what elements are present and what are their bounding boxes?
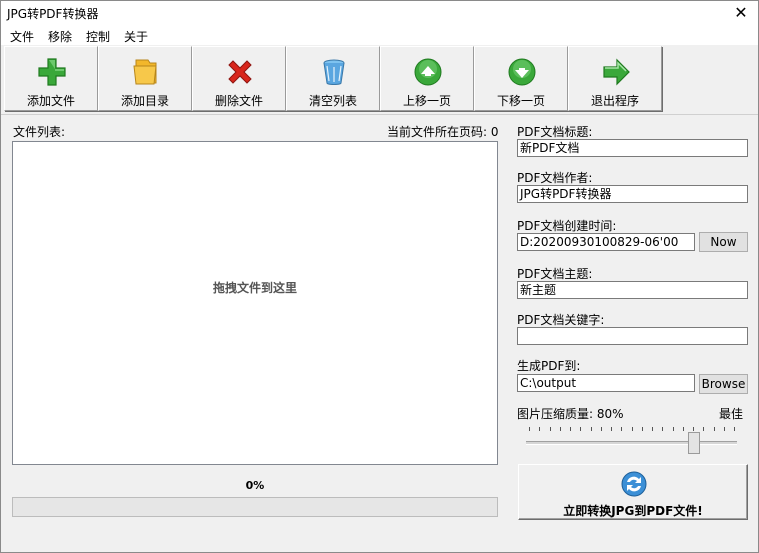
slider-tick (632, 427, 633, 431)
current-page-label: 当前文件所在页码: 0 (387, 125, 499, 139)
slider-tick (601, 427, 602, 431)
window-title: JPG转PDF转换器 (7, 7, 99, 21)
app-window: JPG转PDF转换器 ✕ 文件 移除 控制 关于 添加文件 添加目录 删除文件 … (0, 0, 759, 553)
pdf-subject-field[interactable]: 新主题 (517, 281, 748, 299)
pdf-keywords-label: PDF文档关键字: (517, 313, 605, 327)
trash-bin-icon (323, 59, 345, 85)
pdf-author-field[interactable]: JPG转PDF转换器 (517, 185, 748, 203)
pdf-author-label: PDF文档作者: (517, 171, 593, 185)
browse-button[interactable]: Browse (699, 374, 748, 394)
slider-tick (642, 427, 643, 431)
slider-tick (703, 427, 704, 431)
move-up-button[interactable]: 上移一页 (380, 46, 474, 111)
title-bar: JPG转PDF转换器 ✕ (1, 1, 758, 25)
clear-list-label: 清空列表 (308, 94, 357, 108)
menu-control[interactable]: 控制 (86, 28, 110, 45)
delete-file-button[interactable]: 删除文件 (192, 46, 286, 111)
close-button[interactable]: ✕ (724, 1, 758, 25)
clear-list-button[interactable]: 清空列表 (286, 46, 380, 111)
now-button[interactable]: Now (699, 232, 748, 252)
exit-label: 退出程序 (590, 94, 639, 108)
move-down-button[interactable]: 下移一页 (474, 46, 568, 111)
delete-x-icon (228, 60, 252, 84)
add-folder-label: 添加目录 (120, 94, 169, 108)
progress-percent: 0% (245, 479, 265, 492)
progress-bar (12, 497, 498, 517)
slider-tick (550, 427, 551, 431)
menu-about[interactable]: 关于 (124, 28, 148, 45)
pdf-title-label: PDF文档标题: (517, 125, 593, 139)
file-list[interactable]: 拖拽文件到这里 (12, 141, 498, 465)
slider-tick (570, 427, 571, 431)
output-path-field[interactable]: C:\output (517, 374, 695, 392)
pdf-title-field[interactable]: 新PDF文档 (517, 139, 748, 157)
add-folder-button[interactable]: 添加目录 (98, 46, 192, 111)
slider-tick (580, 427, 581, 431)
slider-tick (591, 427, 592, 431)
quality-slider-track[interactable] (526, 441, 737, 445)
slider-tick (662, 427, 663, 431)
right-arrow-icon (603, 58, 630, 86)
pdf-subject-label: PDF文档主题: (517, 267, 593, 281)
exit-button[interactable]: 退出程序 (568, 46, 662, 111)
folder-icon (133, 59, 157, 85)
slider-tick (621, 427, 622, 431)
menu-remove[interactable]: 移除 (48, 28, 72, 45)
slider-tick (693, 427, 694, 431)
down-arrow-icon (508, 58, 536, 86)
move-down-label: 下移一页 (496, 94, 545, 108)
convert-button[interactable]: 立即转换JPG到PDF文件! (518, 464, 748, 520)
delete-file-label: 删除文件 (214, 94, 263, 108)
convert-label: 立即转换JPG到PDF文件! (563, 504, 703, 518)
quality-label: 图片压缩质量: 80% (517, 407, 624, 421)
pdf-created-label: PDF文档创建时间: (517, 219, 617, 233)
convert-refresh-icon (621, 471, 647, 497)
drop-hint: 拖拽文件到这里 (212, 281, 297, 295)
slider-tick (539, 427, 540, 431)
slider-tick (714, 427, 715, 431)
quality-slider-thumb[interactable] (688, 432, 700, 454)
slider-tick (611, 427, 612, 431)
move-up-label: 上移一页 (402, 94, 451, 108)
toolbar-divider (1, 114, 758, 115)
pdf-created-field[interactable]: D:20200930100829-06'00 (517, 233, 695, 251)
plus-icon (38, 58, 66, 86)
add-file-button[interactable]: 添加文件 (4, 46, 98, 111)
slider-tick (683, 427, 684, 431)
quality-best-label: 最佳 (719, 407, 744, 421)
slider-tick (560, 427, 561, 431)
slider-tick (652, 427, 653, 431)
slider-tick (724, 427, 725, 431)
menu-file[interactable]: 文件 (10, 28, 34, 45)
add-file-label: 添加文件 (26, 94, 75, 108)
menu-bar: 文件 移除 控制 关于 (1, 25, 758, 45)
up-arrow-icon (414, 58, 442, 86)
output-label: 生成PDF到: (517, 359, 581, 373)
slider-tick (673, 427, 674, 431)
pdf-keywords-field[interactable] (517, 327, 748, 345)
file-list-label: 文件列表: (13, 125, 66, 139)
slider-tick (529, 427, 530, 431)
slider-tick (734, 427, 735, 431)
